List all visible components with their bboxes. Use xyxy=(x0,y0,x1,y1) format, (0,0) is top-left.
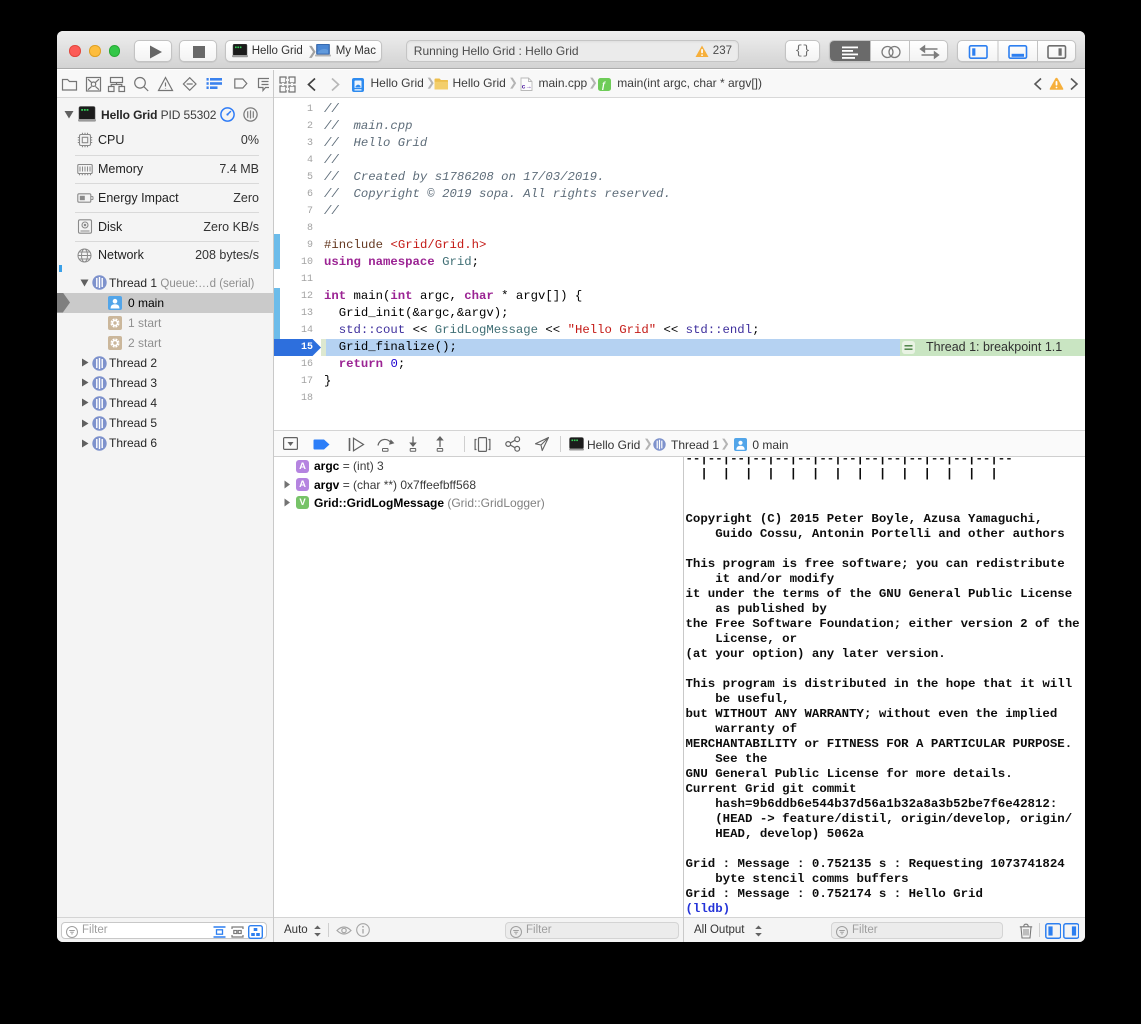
svg-text:c→: c→ xyxy=(522,84,532,91)
